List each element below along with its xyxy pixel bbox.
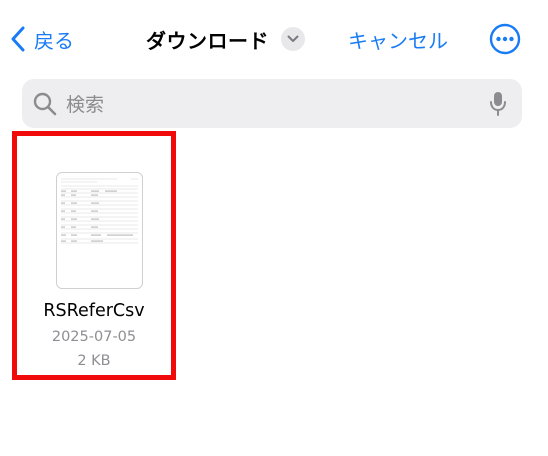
ellipsis-circle-icon bbox=[489, 23, 521, 55]
file-thumbnail bbox=[56, 172, 143, 289]
file-name: RSReferCsv bbox=[43, 301, 145, 321]
chevron-left-icon bbox=[11, 26, 25, 52]
folder-title-menu[interactable]: ダウンロード bbox=[146, 24, 305, 54]
search-icon bbox=[33, 92, 57, 116]
navigation-bar: 戻る ダウンロード キャンセル bbox=[0, 0, 548, 78]
cancel-button[interactable]: キャンセル bbox=[348, 24, 448, 54]
more-options-button[interactable] bbox=[489, 23, 521, 55]
microphone-icon[interactable] bbox=[489, 91, 507, 117]
page-title: ダウンロード bbox=[146, 28, 269, 53]
file-date: 2025-07-05 bbox=[51, 329, 137, 345]
search-input[interactable] bbox=[64, 79, 468, 130]
file-item[interactable]: RSReferCsv 2025-07-05 2 KB bbox=[12, 131, 176, 380]
document-preview bbox=[61, 178, 138, 244]
search-bar bbox=[22, 79, 522, 130]
back-button-label: 戻る bbox=[34, 28, 74, 53]
chevron-down-icon bbox=[281, 27, 305, 51]
back-button[interactable]: 戻る bbox=[10, 22, 74, 56]
file-size: 2 KB bbox=[77, 353, 111, 369]
